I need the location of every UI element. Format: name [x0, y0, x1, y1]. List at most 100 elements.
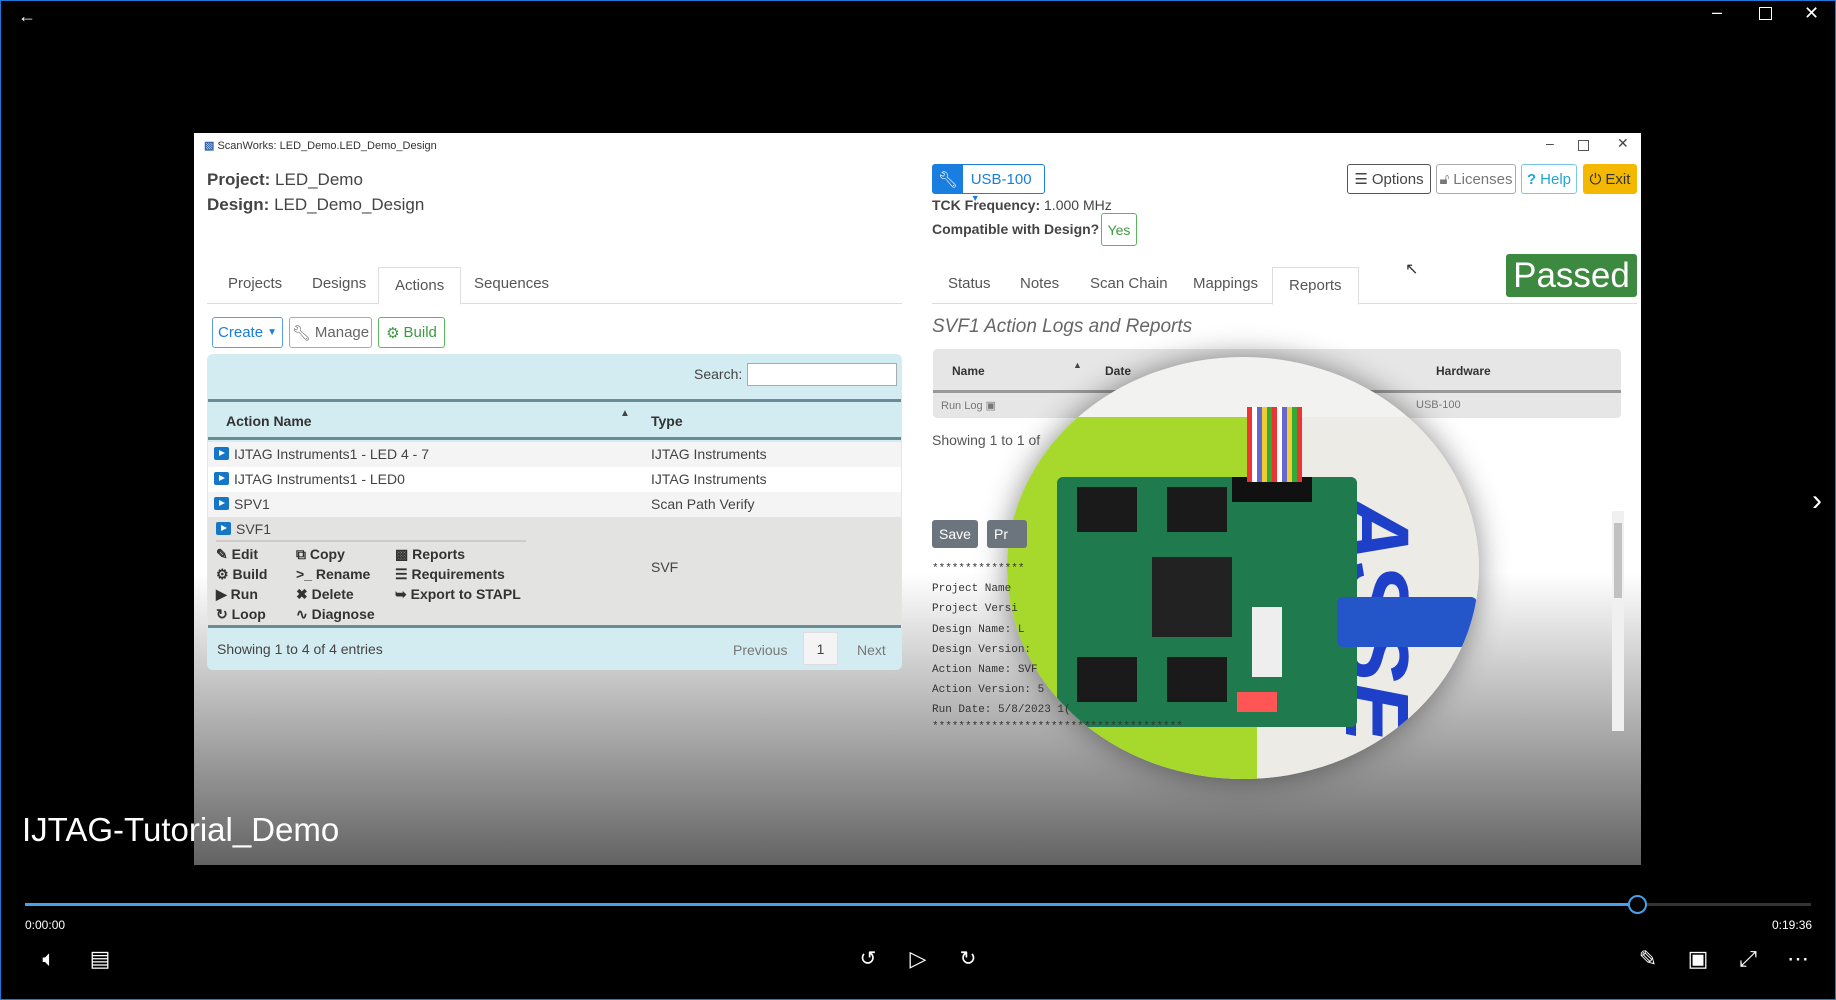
save-button[interactable]: Save: [932, 520, 978, 548]
project-label: Project:: [207, 170, 271, 189]
options-button[interactable]: ☰ Options: [1347, 164, 1431, 194]
run-log-link[interactable]: Run Log ▣: [941, 399, 996, 412]
column-header-hardware[interactable]: Hardware: [1436, 364, 1491, 378]
menu-build[interactable]: ⚙ Build: [216, 566, 267, 583]
tab-notes[interactable]: Notes: [1020, 275, 1059, 292]
manage-button[interactable]: 🔧︎ Manage: [289, 317, 372, 348]
reports-entries-info: Showing 1 to 1 of: [932, 432, 1041, 448]
minimize-icon[interactable]: –: [1712, 2, 1722, 23]
column-header-type[interactable]: Type: [651, 413, 683, 429]
passed-status-badge: Passed: [1506, 254, 1637, 297]
column-header-action-name[interactable]: Action Name: [226, 413, 312, 429]
fullscreen-icon[interactable]: ⤢: [1733, 946, 1763, 972]
tab-reports[interactable]: Reports: [1272, 267, 1359, 305]
lock-icon: 🔓︎: [1439, 170, 1450, 188]
menu-export-stapl[interactable]: ➥ Export to STAPL: [395, 586, 521, 603]
maximize-icon[interactable]: [1759, 7, 1772, 20]
menu-loop[interactable]: ↻ Loop: [216, 606, 266, 623]
tab-mappings[interactable]: Mappings: [1193, 275, 1258, 292]
close-icon[interactable]: ✕: [1804, 3, 1819, 24]
sort-asc-icon[interactable]: ▲: [620, 408, 630, 419]
log-line: **************: [932, 563, 1025, 575]
search-input[interactable]: [747, 363, 897, 386]
project-name: LED_Demo: [275, 170, 363, 189]
design-label: Design:: [207, 195, 270, 214]
gears-icon: ⚙: [386, 324, 400, 342]
tab-designs[interactable]: Designs: [312, 275, 366, 292]
log-line: **************************************: [932, 721, 1183, 733]
mini-view-icon[interactable]: ▣: [1683, 946, 1713, 972]
play-icon[interactable]: ▷: [903, 946, 933, 972]
reports-heading: SVF1 Action Logs and Reports: [932, 316, 1193, 337]
app-minimize-icon[interactable]: –: [1546, 135, 1554, 151]
play-icon: [214, 447, 229, 460]
log-line: Action Name: SVF: [932, 664, 1038, 676]
video-frame[interactable]: ▧ ScanWorks: LED_Demo.LED_Demo_Design – …: [194, 133, 1641, 865]
volume-icon[interactable]: 🔈︎: [34, 946, 64, 972]
build-button[interactable]: ⚙ Build: [378, 317, 445, 348]
menu-diagnose[interactable]: ∿ Diagnose: [296, 606, 375, 623]
next-page-button[interactable]: Next: [857, 642, 886, 658]
tab-status[interactable]: Status: [948, 275, 991, 292]
page-1-button[interactable]: 1: [803, 632, 838, 665]
log-line: Run Date: 5/8/2023 1(: [932, 704, 1071, 716]
help-button[interactable]: ? Help: [1521, 164, 1577, 194]
table-row[interactable]: IJTAG Instruments1 - LED 4 - 7 IJTAG Inst…: [208, 442, 901, 467]
log-line: Project Versi: [932, 603, 1018, 615]
exit-button[interactable]: ⏻ Exit: [1583, 164, 1637, 194]
actions-table-panel: Search: Action Name ▲ Type IJTAG Instrum…: [207, 354, 902, 670]
menu-copy[interactable]: ⧉ Copy: [296, 546, 345, 563]
pen-icon[interactable]: ✎: [1633, 946, 1663, 972]
table-row[interactable]: SPV1 Scan Path Verify: [208, 492, 901, 517]
log-line: Design Version:: [932, 644, 1032, 656]
print-button[interactable]: Pr: [987, 520, 1027, 548]
sort-asc-icon: ▲: [1073, 360, 1082, 370]
forward-30-icon[interactable]: ↻: [953, 946, 983, 971]
search-label: Search:: [694, 366, 743, 382]
video-title: IJTAG-Tutorial_Demo: [22, 811, 340, 848]
adapter-dropdown[interactable]: 🔧︎ USB-100 ▼: [932, 164, 1045, 203]
app-title-bar: ▧ ScanWorks: LED_Demo.LED_Demo_Design: [194, 133, 1641, 157]
menu-rename[interactable]: >_ Rename: [296, 566, 370, 582]
back-arrow-icon[interactable]: ←: [18, 6, 36, 27]
seek-thumb[interactable]: [1628, 895, 1648, 914]
tck-label: TCK Frequency:: [932, 197, 1041, 213]
menu-requirements[interactable]: ☰ Requirements: [395, 566, 505, 583]
table-row[interactable]: IJTAG Instruments1 - LED0 IJTAG Instrumen…: [208, 467, 901, 492]
tab-scan-chain[interactable]: Scan Chain: [1090, 275, 1168, 292]
app-maximize-icon[interactable]: [1578, 140, 1589, 151]
compat-badge: Yes: [1101, 213, 1137, 246]
power-icon: ⏻: [1589, 170, 1602, 188]
log-scrollbar[interactable]: [1612, 511, 1624, 731]
pcb-photo-inset: ASSET: [1007, 357, 1479, 779]
column-header-name[interactable]: Name: [952, 364, 985, 378]
entries-info: Showing 1 to 4 of 4 entries: [217, 641, 383, 657]
current-time: 0:00:00: [25, 918, 66, 932]
create-dropdown-button[interactable]: Create ▼: [212, 317, 283, 348]
log-line: Project Name: [932, 583, 1012, 595]
table-row-selected[interactable]: SVF1 SVF ✎ Edit ⧉ Copy ▩ Reports ⚙ Build…: [208, 517, 901, 628]
menu-reports[interactable]: ▩ Reports: [395, 546, 465, 563]
rewind-10-icon[interactable]: ↺: [853, 946, 883, 971]
wrench-icon: 🔧︎: [291, 324, 311, 342]
seek-bar[interactable]: [25, 903, 1811, 906]
sliders-icon: ☰: [1354, 171, 1368, 188]
tck-frequency: 1.000 MHz: [1044, 197, 1112, 213]
captions-icon[interactable]: ▤: [85, 946, 115, 972]
menu-run[interactable]: ▶ Run: [216, 586, 258, 603]
menu-edit[interactable]: ✎ Edit: [216, 546, 258, 563]
tab-actions[interactable]: Actions: [378, 267, 462, 305]
menu-delete[interactable]: ✖ Delete: [296, 586, 354, 603]
tab-sequences[interactable]: Sequences: [474, 275, 549, 292]
column-header-date[interactable]: Date: [1105, 364, 1131, 378]
next-video-chevron-icon[interactable]: ›: [1812, 484, 1822, 518]
previous-page-button[interactable]: Previous: [733, 642, 787, 658]
play-icon: [214, 472, 229, 485]
app-close-icon[interactable]: ✕: [1617, 135, 1629, 152]
log-line: Design Name: L: [932, 624, 1025, 636]
more-options-icon[interactable]: ⋯: [1783, 946, 1813, 972]
licenses-button[interactable]: 🔓︎ Licenses: [1436, 164, 1516, 194]
tab-projects[interactable]: Projects: [228, 275, 282, 292]
total-time: 0:19:36: [1772, 918, 1813, 932]
log-line: Action Version: 5: [932, 684, 1045, 696]
